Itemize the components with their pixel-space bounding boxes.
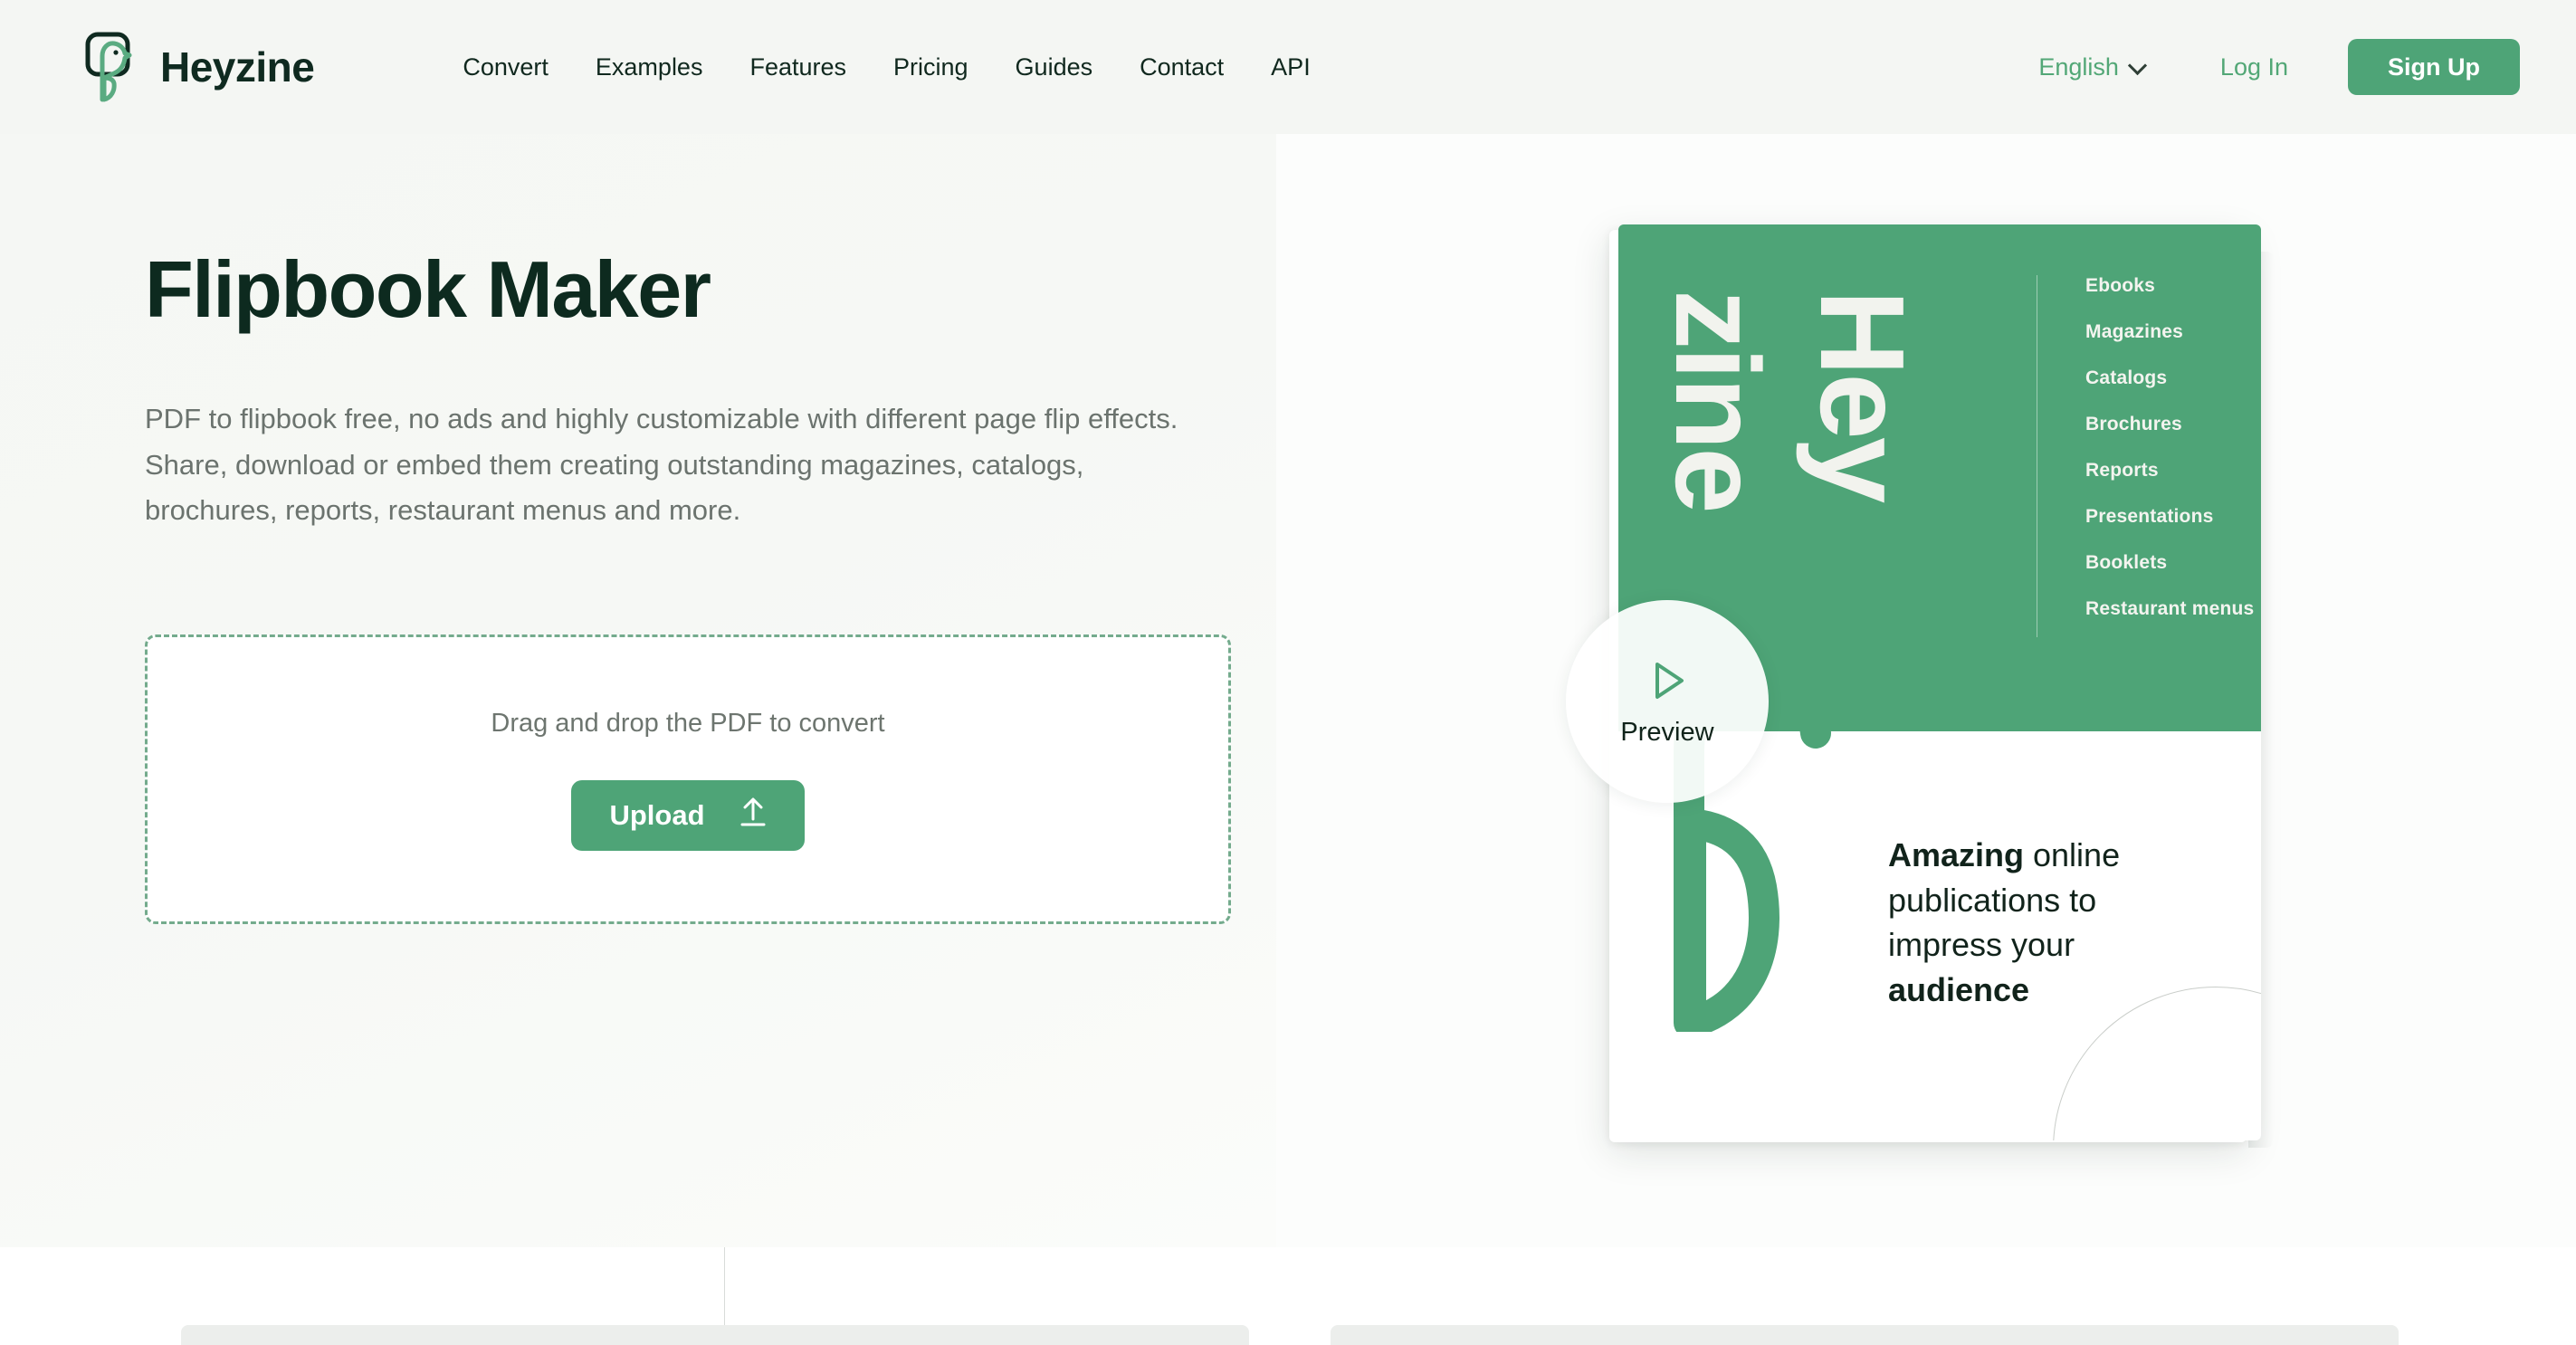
- below-fold-section: [0, 1247, 2576, 1345]
- page-headline-bold-start: Amazing: [1888, 836, 2025, 873]
- signup-button[interactable]: Sign Up: [2348, 39, 2520, 95]
- language-label: English: [2038, 52, 2119, 81]
- pdf-dropzone[interactable]: Drag and drop the PDF to convert Upload: [145, 634, 1231, 925]
- main-navigation: Convert Examples Features Pricing Guides…: [439, 44, 1333, 91]
- nav-item-convert[interactable]: Convert: [439, 44, 572, 91]
- list-item: Booklets: [2085, 552, 2168, 573]
- feature-card-top-2[interactable]: [1331, 1325, 2399, 1345]
- preview-button[interactable]: Preview: [1566, 600, 1769, 803]
- header-actions: English Log In Sign Up: [2026, 39, 2520, 95]
- upload-arrow-icon: [739, 797, 767, 835]
- nav-item-guides[interactable]: Guides: [992, 44, 1117, 91]
- hero-description: PDF to flipbook free, no ads and highly …: [145, 403, 1178, 526]
- list-item: Reports: [2085, 460, 2159, 481]
- list-item: Magazines: [2085, 321, 2183, 342]
- hero-section: Flipbook Maker PDF to flipbook free, no …: [0, 134, 1276, 925]
- section-divider: [724, 1247, 725, 1325]
- site-header: Heyzine Convert Examples Features Pricin…: [0, 0, 2576, 134]
- play-icon: [1641, 655, 1693, 711]
- cover-category-list: Ebooks Magazines Catalogs Brochures Repo…: [2085, 275, 2254, 644]
- chevron-down-icon: [2130, 59, 2146, 75]
- cover-word-zine: zine: [1651, 290, 1784, 511]
- feature-card-top-1[interactable]: [181, 1325, 1249, 1345]
- dropzone-instruction: Drag and drop the PDF to convert: [491, 708, 885, 738]
- upload-button-label: Upload: [609, 798, 705, 831]
- page-title: Flipbook Maker: [145, 244, 711, 334]
- heyzine-bird-logo-icon: [84, 31, 140, 103]
- nav-item-features[interactable]: Features: [726, 44, 870, 91]
- preview-label: Preview: [1620, 718, 1714, 747]
- language-selector[interactable]: English: [2026, 46, 2159, 89]
- list-item: Catalogs: [2085, 367, 2168, 388]
- list-item: Presentations: [2085, 506, 2214, 527]
- page-headline-bold-end: audience: [1888, 971, 2030, 1009]
- list-item: Restaurant menus: [2085, 598, 2255, 619]
- page-headline: Amazing online publications to impress y…: [1888, 833, 2214, 1013]
- book-inner-page: Amazing online publications to impress y…: [1618, 731, 2261, 1140]
- nav-item-contact[interactable]: Contact: [1116, 44, 1247, 91]
- brand-logo-link[interactable]: Heyzine: [84, 31, 315, 103]
- brand-name: Heyzine: [160, 43, 315, 91]
- page-root: Heyzine Convert Examples Features Pricin…: [0, 0, 2576, 1345]
- list-item: Brochures: [2085, 414, 2182, 434]
- cover-word-hey: Hey: [1796, 290, 1929, 501]
- nav-item-pricing[interactable]: Pricing: [870, 44, 992, 91]
- login-link[interactable]: Log In: [2211, 46, 2297, 89]
- nav-item-api[interactable]: API: [1247, 44, 1334, 91]
- list-item: Ebooks: [2085, 275, 2156, 296]
- nav-item-examples[interactable]: Examples: [572, 44, 727, 91]
- upload-button[interactable]: Upload: [571, 779, 805, 851]
